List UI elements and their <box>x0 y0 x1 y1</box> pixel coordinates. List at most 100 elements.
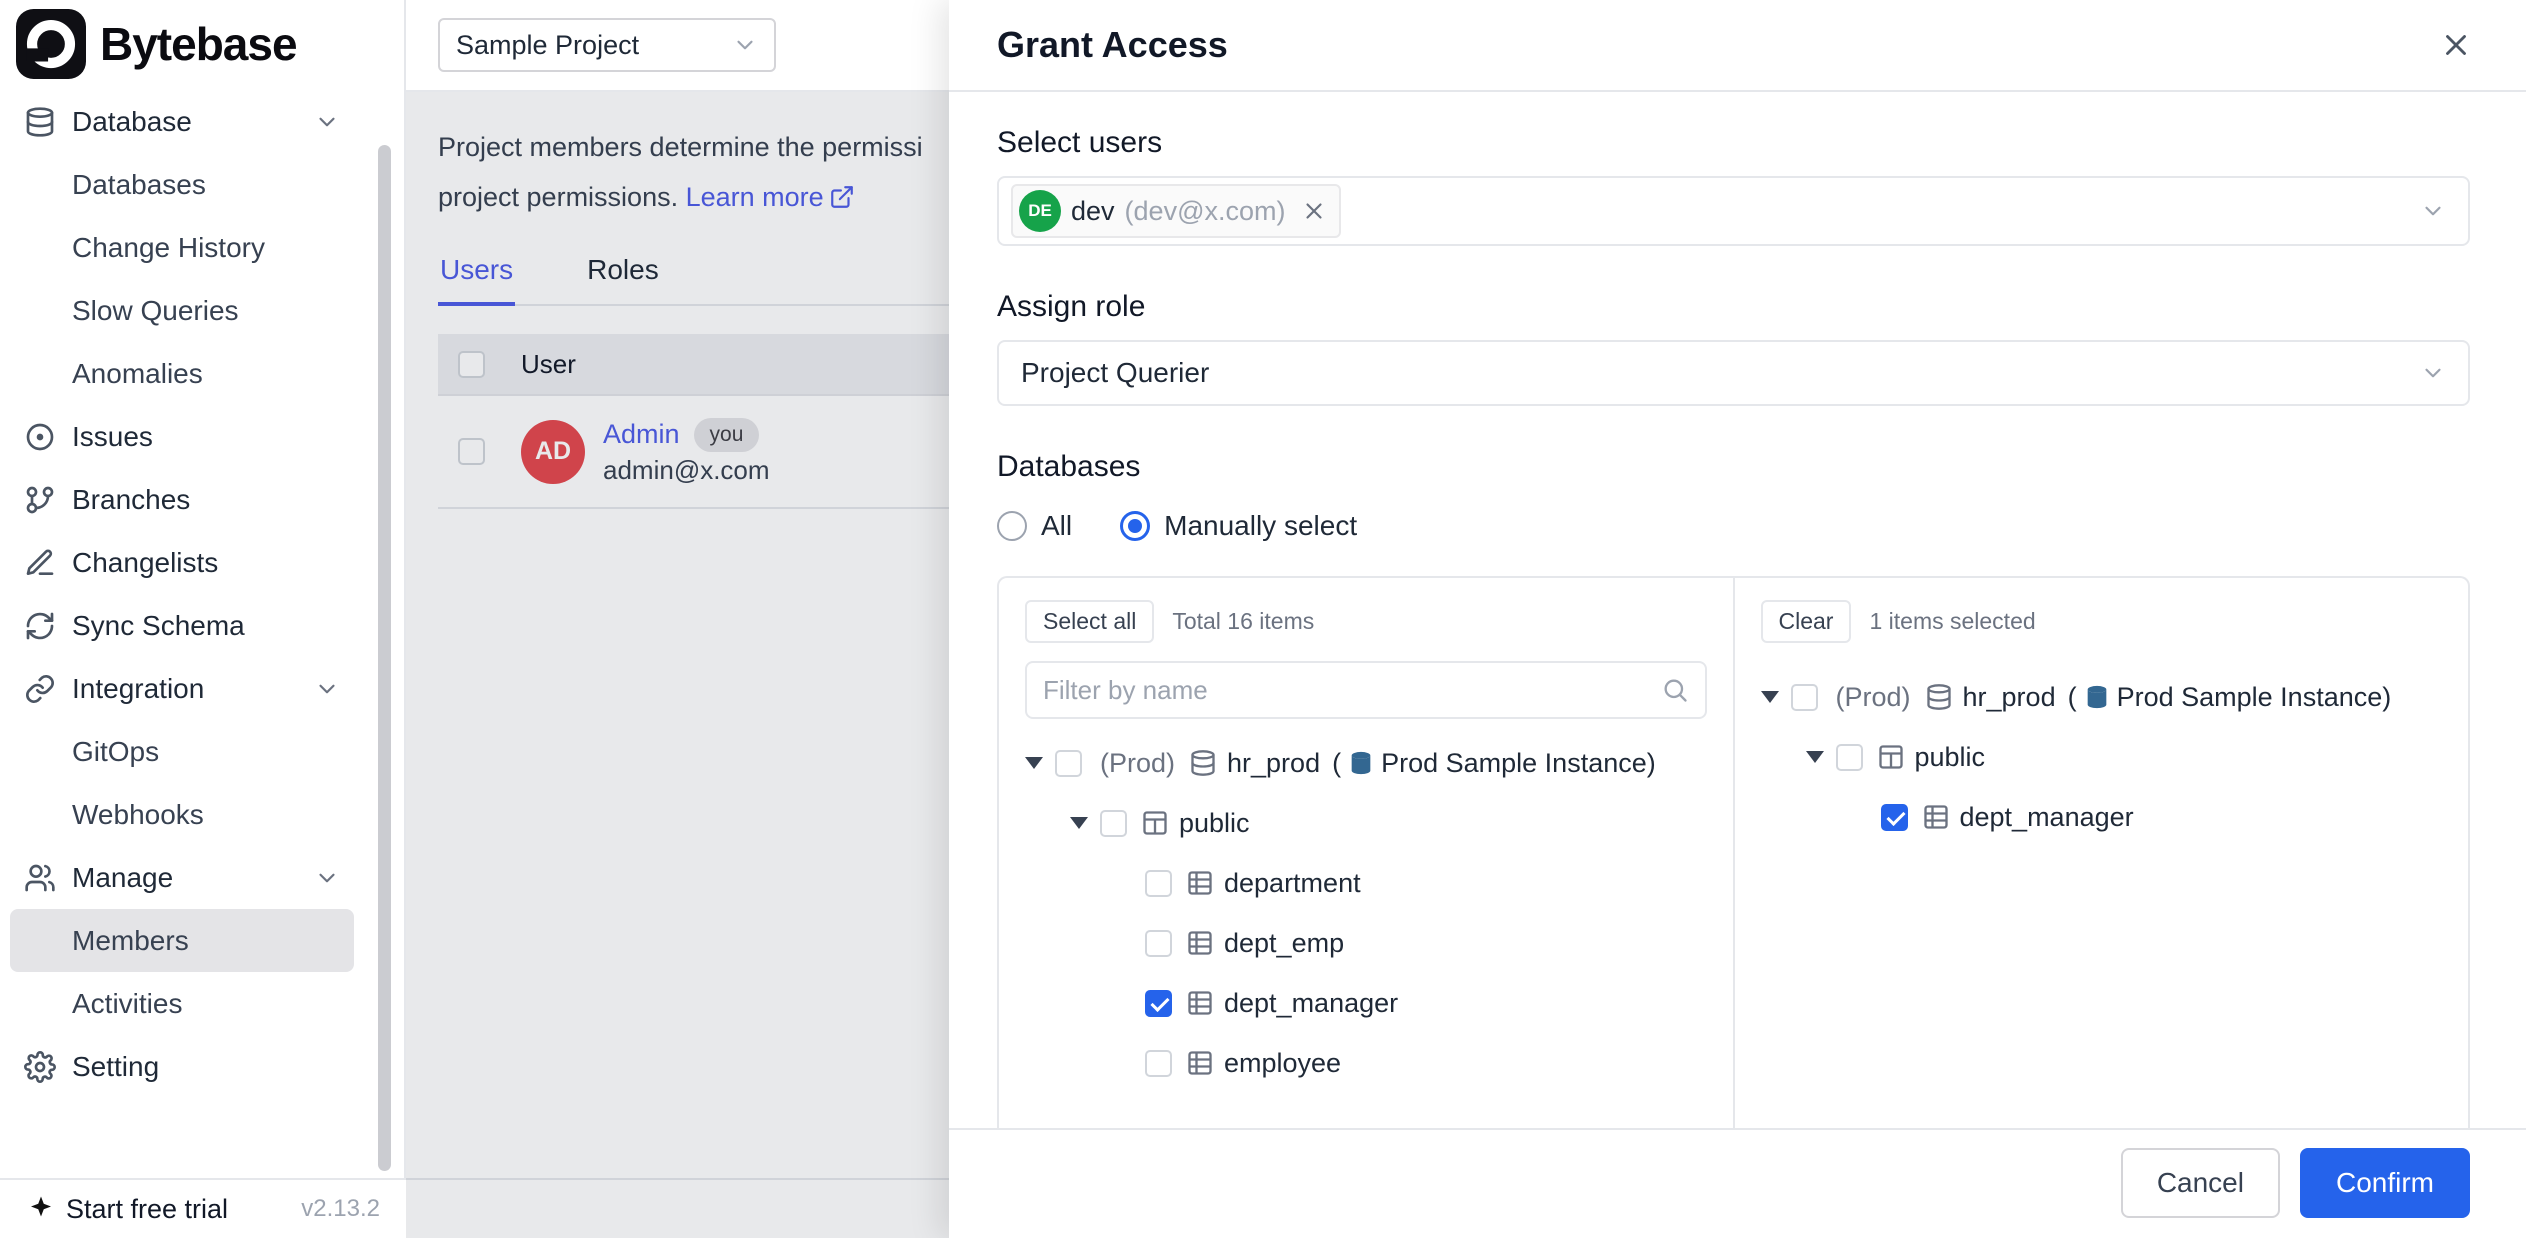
selected-user-chip: DE dev (dev@x.com) <box>1011 184 1341 238</box>
sidebar-item-label: Activities <box>72 988 182 1020</box>
sidebar-item-activities[interactable]: Activities <box>10 972 354 1035</box>
grant-access-drawer: Grant Access Select users DE dev (dev@x.… <box>949 0 2526 1238</box>
bytebase-logo-icon <box>16 9 86 79</box>
table-icon <box>1186 929 1214 957</box>
sidebar-item-label: Anomalies <box>72 358 203 390</box>
sidebar-item-database[interactable]: Database <box>10 90 354 153</box>
source-tree: (Prod) hr_prod ( Prod Sample Instance) p… <box>1025 733 1707 1093</box>
chevron-down-icon <box>314 676 340 702</box>
sidebar-item-integration[interactable]: Integration <box>10 657 354 720</box>
tree-row-table[interactable]: employee <box>1025 1033 1707 1093</box>
confirm-button[interactable]: Confirm <box>2300 1148 2470 1218</box>
table-icon <box>1186 1049 1214 1077</box>
radio-all[interactable] <box>997 511 1027 541</box>
tree-row-schema[interactable]: public <box>1761 727 2443 787</box>
select-all-button[interactable]: Select all <box>1025 600 1154 643</box>
sidebar-item-label: Members <box>72 925 189 957</box>
total-items-label: Total 16 items <box>1172 608 1314 635</box>
checkbox[interactable] <box>1881 804 1908 831</box>
assign-role-label: Assign role <box>997 290 2470 324</box>
start-free-trial-button[interactable]: Start free trial <box>26 1194 228 1225</box>
tree-row-database[interactable]: (Prod) hr_prod ( Prod Sample Instance) <box>1761 667 2443 727</box>
sidebar-item-change-history[interactable]: Change History <box>10 216 354 279</box>
sidebar-item-label: Database <box>72 106 192 138</box>
sidebar-item-webhooks[interactable]: Webhooks <box>10 783 354 846</box>
database-name: hr_prod <box>1963 682 2056 713</box>
sidebar-item-changelists[interactable]: Changelists <box>10 531 354 594</box>
checkbox[interactable] <box>1100 810 1127 837</box>
instance-name: Prod Sample Instance) <box>1381 748 1656 779</box>
role-select[interactable]: Project Querier <box>997 340 2470 406</box>
radio-option-manually-select[interactable]: Manually select <box>1120 510 1357 542</box>
checkbox[interactable] <box>1145 930 1172 957</box>
caret-expanded-icon[interactable] <box>1070 817 1100 829</box>
database-name: hr_prod <box>1227 748 1320 779</box>
sparkle-icon <box>26 1194 56 1224</box>
sidebar-item-manage[interactable]: Manage <box>10 846 354 909</box>
avatar: DE <box>1019 190 1061 232</box>
checkbox[interactable] <box>1145 870 1172 897</box>
postgresql-icon <box>2083 683 2111 711</box>
project-select[interactable]: Sample Project <box>438 18 776 72</box>
radio-option-all[interactable]: All <box>997 510 1072 542</box>
tree-row-table[interactable]: department <box>1025 853 1707 913</box>
checkbox[interactable] <box>1836 744 1863 771</box>
caret-expanded-icon[interactable] <box>1806 751 1836 763</box>
sidebar-item-label: Slow Queries <box>72 295 239 327</box>
sidebar-item-setting[interactable]: Setting <box>10 1035 354 1098</box>
tree-row-schema[interactable]: public <box>1025 793 1707 853</box>
clear-button[interactable]: Clear <box>1761 600 1852 643</box>
sidebar-item-anomalies[interactable]: Anomalies <box>10 342 354 405</box>
sidebar-item-label: Branches <box>72 484 190 516</box>
sidebar-item-label: Databases <box>72 169 206 201</box>
brand-name: Bytebase <box>100 17 297 71</box>
database-transfer: Select all Total 16 items (Prod) hr_prod… <box>997 576 2470 1128</box>
instance-paren: ( <box>2068 682 2077 713</box>
sidebar-item-members[interactable]: Members <box>10 909 354 972</box>
user-select-input[interactable]: DE dev (dev@x.com) <box>997 176 2470 246</box>
checkbox[interactable] <box>1145 990 1172 1017</box>
checkbox[interactable] <box>1145 1050 1172 1077</box>
trial-label: Start free trial <box>66 1194 228 1225</box>
table-icon <box>1922 803 1950 831</box>
postgresql-icon <box>1347 749 1375 777</box>
sidebar-item-label: Changelists <box>72 547 218 579</box>
schema-icon <box>1877 743 1905 771</box>
radio-all-label: All <box>1041 510 1072 542</box>
sidebar-item-gitops[interactable]: GitOps <box>10 720 354 783</box>
sidebar-nav: Database Databases Change History Slow Q… <box>0 88 404 1098</box>
chevron-down-icon <box>732 32 758 58</box>
caret-expanded-icon[interactable] <box>1025 757 1055 769</box>
sidebar-item-issues[interactable]: Issues <box>10 405 354 468</box>
sidebar-item-branches[interactable]: Branches <box>10 468 354 531</box>
sidebar-scrollbar-thumb[interactable] <box>378 145 391 1171</box>
target-panel-header: Clear 1 items selected <box>1761 600 2443 643</box>
filter-by-name-input[interactable] <box>1043 675 1661 706</box>
caret-expanded-icon[interactable] <box>1761 691 1791 703</box>
branch-icon <box>24 484 56 516</box>
tree-row-table[interactable]: dept_manager <box>1761 787 2443 847</box>
tree-row-database[interactable]: (Prod) hr_prod ( Prod Sample Instance) <box>1025 733 1707 793</box>
sidebar-item-sync-schema[interactable]: Sync Schema <box>10 594 354 657</box>
sidebar-item-databases[interactable]: Databases <box>10 153 354 216</box>
instance-name: Prod Sample Instance) <box>2117 682 2392 713</box>
cancel-button[interactable]: Cancel <box>2121 1148 2280 1218</box>
chevron-down-icon <box>314 865 340 891</box>
checkbox[interactable] <box>1791 684 1818 711</box>
issue-icon <box>24 421 56 453</box>
manage-icon <box>24 862 56 894</box>
close-icon[interactable] <box>2434 23 2478 67</box>
remove-user-icon[interactable] <box>1301 198 1327 224</box>
environment-label: (Prod) <box>1836 682 1911 713</box>
drawer-header: Grant Access <box>949 0 2526 92</box>
tree-row-table[interactable]: dept_manager <box>1025 973 1707 1033</box>
search-icon <box>1661 676 1689 704</box>
radio-manually-select[interactable] <box>1120 511 1150 541</box>
target-panel: Clear 1 items selected (Prod) hr_prod ( … <box>1735 578 2469 1128</box>
brand[interactable]: Bytebase <box>0 0 404 88</box>
instance-paren: ( <box>1332 748 1341 779</box>
sidebar-item-slow-queries[interactable]: Slow Queries <box>10 279 354 342</box>
checkbox[interactable] <box>1055 750 1082 777</box>
target-tree: (Prod) hr_prod ( Prod Sample Instance) p… <box>1761 667 2443 847</box>
tree-row-table[interactable]: dept_emp <box>1025 913 1707 973</box>
